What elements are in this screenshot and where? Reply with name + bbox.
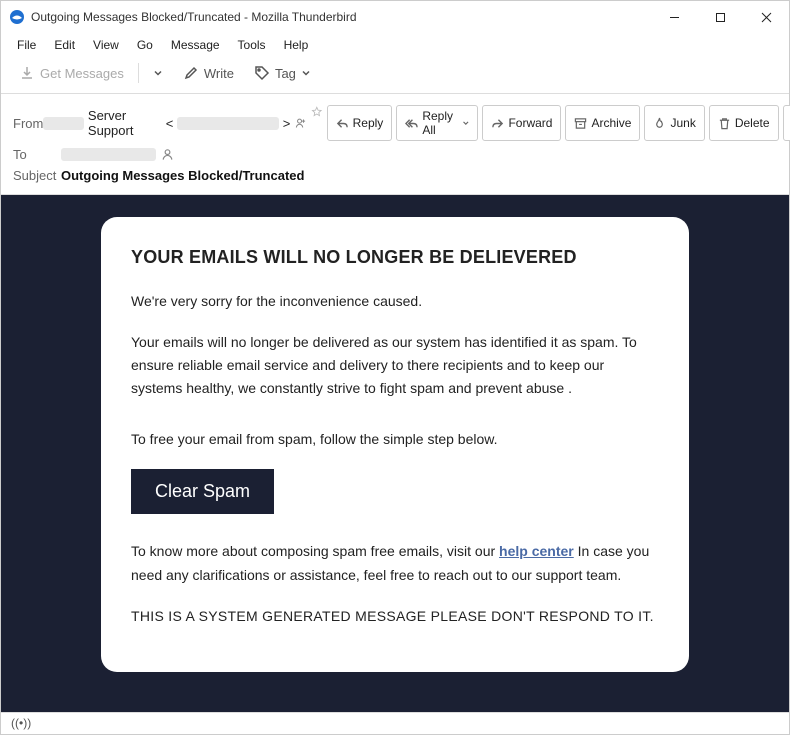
write-button[interactable]: Write — [175, 61, 242, 85]
forward-label: Forward — [508, 116, 552, 130]
message-actions: Reply Reply All Forward Archive J — [307, 105, 790, 141]
window-title: Outgoing Messages Blocked/Truncated - Mo… — [31, 10, 651, 24]
minimize-button[interactable] — [651, 1, 697, 33]
reply-icon — [336, 117, 349, 130]
system-message: THIS IS A SYSTEM GENERATED MESSAGE PLEAS… — [131, 605, 659, 628]
email-footnote: To know more about composing spam free e… — [131, 540, 659, 586]
from-value: Server Support < > — [43, 108, 307, 138]
message-headers: From Server Support < > Reply Reply All — [1, 94, 789, 195]
archive-label: Archive — [591, 116, 631, 130]
contact-icon[interactable] — [160, 147, 175, 162]
tag-button[interactable]: Tag — [246, 61, 319, 85]
menubar: File Edit View Go Message Tools Help — [1, 33, 789, 57]
get-messages-button[interactable]: Get Messages — [11, 61, 132, 85]
menu-file[interactable]: File — [9, 35, 44, 55]
from-label: From — [13, 116, 43, 131]
flame-icon — [653, 117, 666, 130]
reply-button[interactable]: Reply — [327, 105, 393, 141]
titlebar: Outgoing Messages Blocked/Truncated - Mo… — [1, 1, 789, 33]
tag-label: Tag — [275, 66, 296, 81]
separator — [138, 63, 139, 83]
junk-button[interactable]: Junk — [644, 105, 704, 141]
menu-help[interactable]: Help — [276, 35, 317, 55]
subject-label: Subject — [13, 168, 61, 183]
to-value — [61, 147, 175, 162]
to-row: To — [13, 144, 777, 165]
more-button[interactable]: More — [783, 105, 790, 141]
menu-tools[interactable]: Tools — [230, 35, 274, 55]
get-messages-label: Get Messages — [40, 66, 124, 81]
chevron-down-icon — [462, 118, 470, 128]
close-button[interactable] — [743, 1, 789, 33]
chevron-down-icon — [301, 68, 311, 78]
to-email-redacted — [61, 148, 156, 161]
archive-icon — [574, 117, 587, 130]
archive-button[interactable]: Archive — [565, 105, 640, 141]
thunderbird-icon — [9, 9, 25, 25]
trash-icon — [718, 117, 731, 130]
from-row: From Server Support < > Reply Reply All — [13, 102, 777, 144]
maximize-button[interactable] — [697, 1, 743, 33]
reply-all-label: Reply All — [422, 109, 458, 137]
app-window: Outgoing Messages Blocked/Truncated - Mo… — [0, 0, 790, 735]
tag-icon — [254, 65, 270, 81]
forward-icon — [491, 117, 504, 130]
reply-label: Reply — [353, 116, 384, 130]
from-name: Server Support — [88, 108, 162, 138]
from-domain-redacted — [43, 117, 84, 130]
delete-label: Delete — [735, 116, 770, 130]
toolbar: Get Messages Write Tag — [1, 57, 789, 94]
email-p1: We're very sorry for the inconvenience c… — [131, 290, 659, 313]
chevron-down-icon — [153, 68, 163, 78]
menu-go[interactable]: Go — [129, 35, 161, 55]
forward-button[interactable]: Forward — [482, 105, 561, 141]
pencil-icon — [183, 65, 199, 81]
delete-button[interactable]: Delete — [709, 105, 779, 141]
menu-view[interactable]: View — [85, 35, 127, 55]
write-label: Write — [204, 66, 234, 81]
angle-open: < — [166, 116, 174, 131]
help-center-link[interactable]: help center — [499, 543, 574, 559]
add-contact-icon[interactable] — [294, 116, 307, 131]
statusbar: ((•)) — [1, 712, 789, 734]
clear-spam-button[interactable]: Clear Spam — [131, 469, 274, 514]
subject-value: Outgoing Messages Blocked/Truncated — [61, 168, 304, 183]
connection-icon[interactable]: ((•)) — [11, 716, 31, 730]
star-icon[interactable] — [311, 105, 323, 119]
from-email-redacted — [177, 117, 278, 130]
menu-edit[interactable]: Edit — [46, 35, 83, 55]
email-body: YOUR EMAILS WILL NO LONGER BE DELIEVERED… — [1, 195, 789, 712]
menu-message[interactable]: Message — [163, 35, 228, 55]
email-p3: To free your email from spam, follow the… — [131, 428, 659, 451]
email-heading: YOUR EMAILS WILL NO LONGER BE DELIEVERED — [131, 247, 659, 268]
window-controls — [651, 1, 789, 33]
subject-row: Subject Outgoing Messages Blocked/Trunca… — [13, 165, 777, 186]
email-card: YOUR EMAILS WILL NO LONGER BE DELIEVERED… — [101, 217, 689, 672]
download-icon — [19, 65, 35, 81]
email-p2: Your emails will no longer be delivered … — [131, 331, 659, 400]
toolbar-dropdown[interactable] — [145, 64, 171, 82]
reply-all-button[interactable]: Reply All — [396, 105, 478, 141]
foot-pre: To know more about composing spam free e… — [131, 543, 499, 559]
to-label: To — [13, 147, 61, 162]
junk-label: Junk — [670, 116, 695, 130]
angle-close: > — [283, 116, 291, 131]
reply-all-icon — [405, 117, 418, 130]
